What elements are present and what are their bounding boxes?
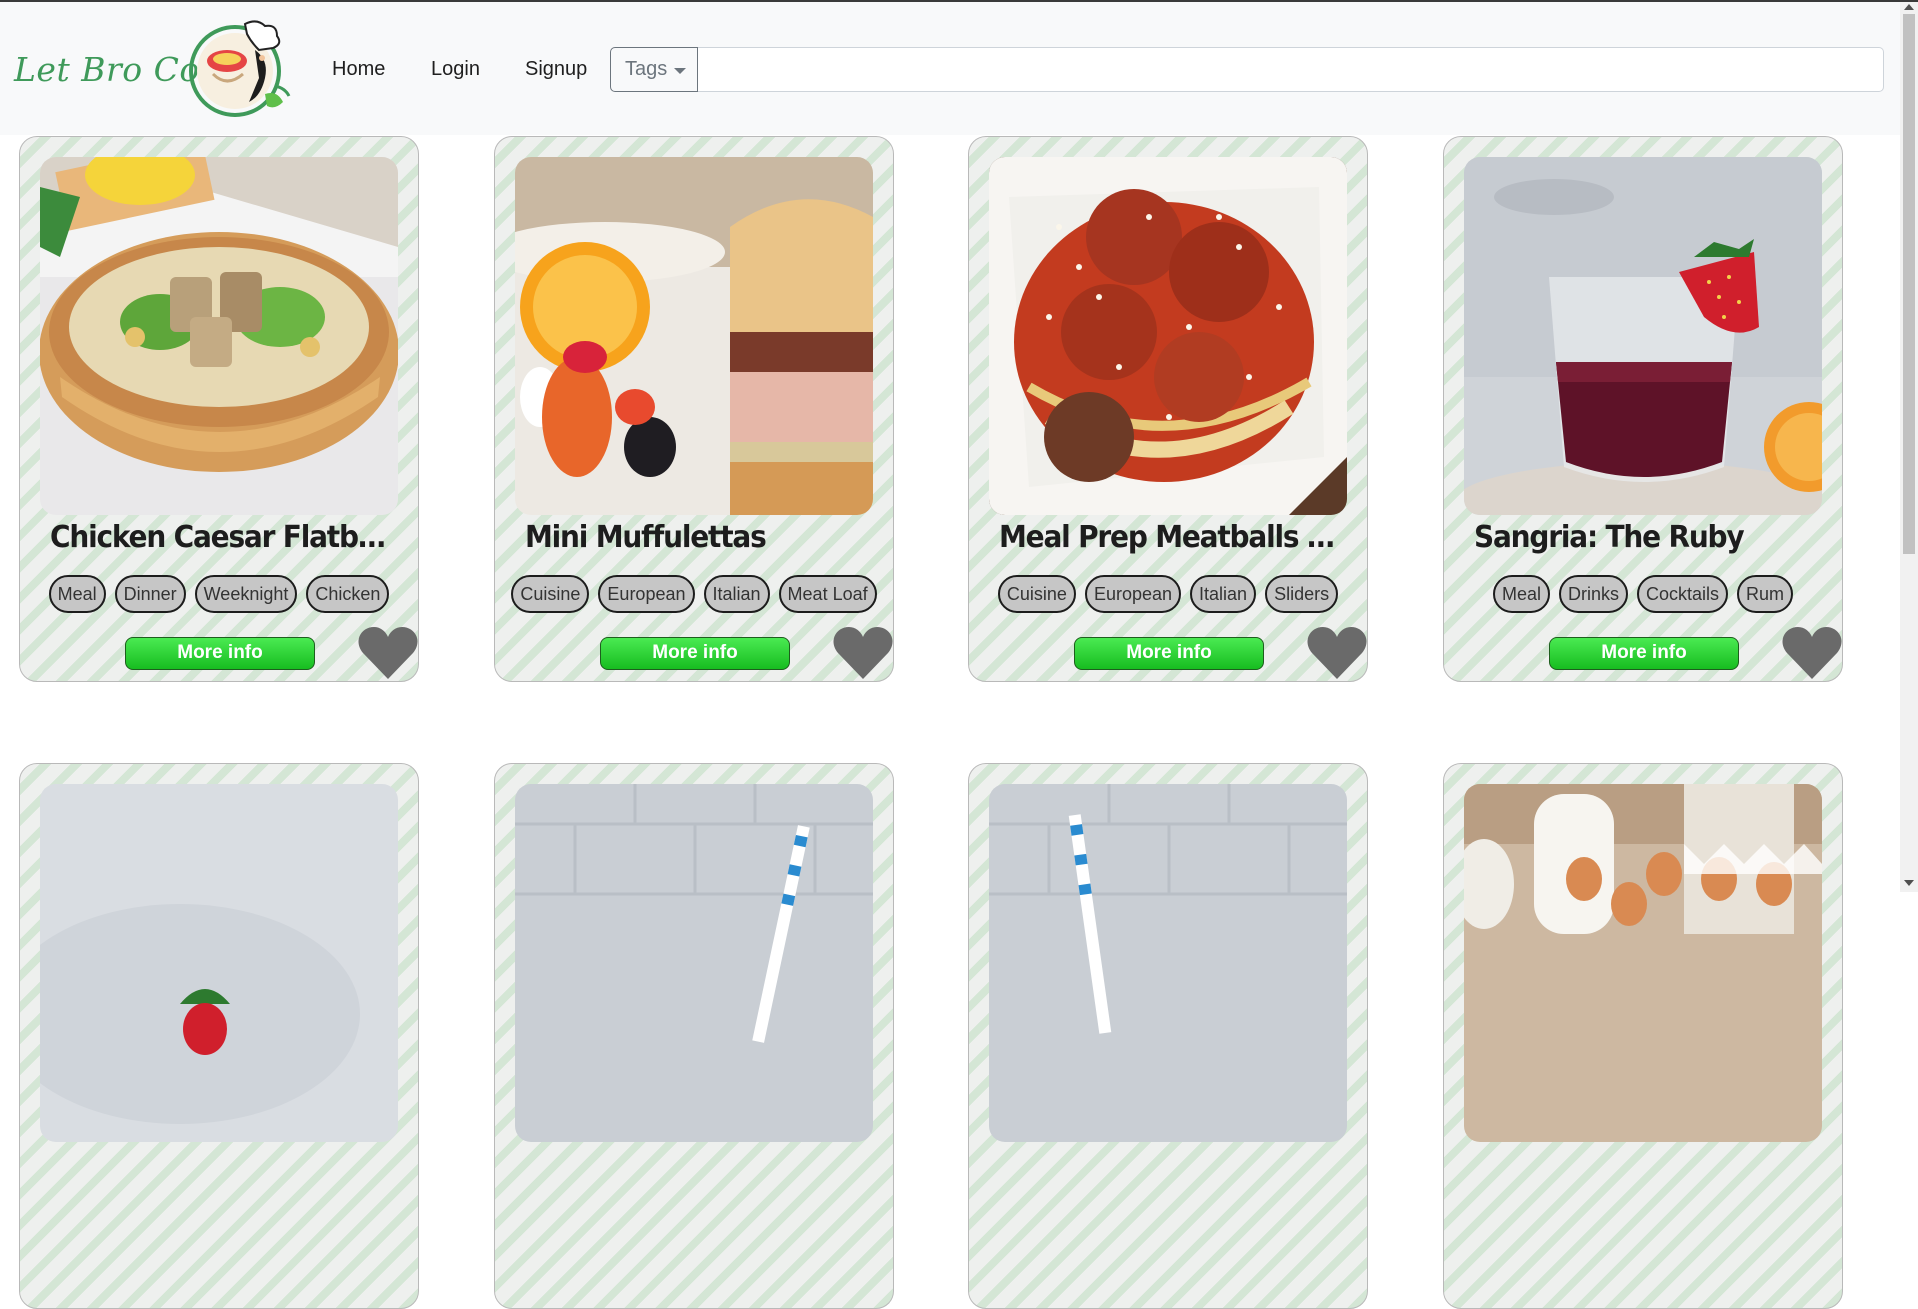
scroll-up-arrow-icon[interactable] <box>1904 4 1914 10</box>
recipe-card: Chicken Caesar Flatbrea… Meal Dinner Wee… <box>19 136 419 682</box>
tag-pill[interactable]: European <box>1084 575 1182 613</box>
recipe-image-muffuletta[interactable] <box>515 157 873 515</box>
recipe-title: Mini Muffulettas <box>525 519 767 555</box>
tags-button-label: Tags <box>625 58 668 80</box>
chef-logo-icon <box>189 20 291 117</box>
brand-logo-link[interactable]: Let Bro Cook <box>12 16 292 121</box>
tag-list: Cuisine European Italian Meat Loaf <box>495 575 893 619</box>
tag-pill[interactable]: Italian <box>1190 575 1257 613</box>
tag-pill[interactable]: Weeknight <box>194 575 298 613</box>
recipe-card <box>494 763 894 1309</box>
heart-icon[interactable] <box>832 625 894 681</box>
scrollbar-thumb[interactable] <box>1903 14 1915 554</box>
more-info-button[interactable]: More info <box>1549 637 1739 670</box>
navbar: Let Bro Cook Home Login Signup Tags <box>0 2 1900 135</box>
nav-home-link[interactable]: Home <box>332 58 385 81</box>
tag-pill[interactable]: Italian <box>703 575 770 613</box>
tag-pill[interactable]: Cocktails <box>1636 575 1729 613</box>
recipe-card: Meal Prep Meatballs And … Cuisine Europe… <box>968 136 1368 682</box>
recipe-card <box>1443 763 1843 1309</box>
more-info-button[interactable]: More info <box>1074 637 1264 670</box>
tag-list: Meal Dinner Weeknight Chicken <box>20 575 418 619</box>
heart-icon[interactable] <box>1306 625 1368 681</box>
recipe-image-meatballs[interactable] <box>989 157 1347 515</box>
tag-pill[interactable]: Chicken <box>306 575 390 613</box>
tag-pill[interactable]: Cuisine <box>997 575 1076 613</box>
tags-dropdown-button[interactable]: Tags <box>610 47 698 92</box>
tag-pill[interactable]: Cuisine <box>511 575 590 613</box>
tag-pill[interactable]: Meal <box>48 575 106 613</box>
nav-signup-link[interactable]: Signup <box>525 58 587 81</box>
tag-pill[interactable]: Sliders <box>1265 575 1339 613</box>
recipe-image-milk-eggs[interactable] <box>1464 784 1822 1142</box>
tag-pill[interactable]: Meal <box>1492 575 1550 613</box>
tag-pill[interactable]: Rum <box>1737 575 1794 613</box>
more-info-button[interactable]: More info <box>600 637 790 670</box>
tag-pill[interactable]: European <box>598 575 695 613</box>
caret-down-icon <box>674 68 686 74</box>
tag-pill[interactable]: Drinks <box>1558 575 1628 613</box>
recipe-card: Sangria: The Ruby Meal Drinks Cocktails … <box>1443 136 1843 682</box>
more-info-button[interactable]: More info <box>125 637 315 670</box>
recipe-title: Sangria: The Ruby <box>1474 519 1745 555</box>
recipe-image-straw-drink[interactable] <box>515 784 873 1142</box>
recipe-card <box>968 763 1368 1309</box>
tag-list: Meal Drinks Cocktails Rum <box>1444 575 1842 619</box>
tag-list: Cuisine European Italian Sliders <box>969 575 1367 619</box>
nav-login-link[interactable]: Login <box>431 58 480 81</box>
heart-icon[interactable] <box>1781 625 1843 681</box>
search-input[interactable] <box>698 47 1884 92</box>
recipe-title: Chicken Caesar Flatbrea… <box>50 519 390 555</box>
recipe-image-strawberry-drink[interactable] <box>40 784 398 1142</box>
recipe-card <box>19 763 419 1309</box>
tag-pill[interactable]: Dinner <box>114 575 186 613</box>
recipe-image-straw-drink-2[interactable] <box>989 784 1347 1142</box>
tag-pill[interactable]: Meat Loaf <box>778 575 877 613</box>
heart-icon[interactable] <box>357 625 419 681</box>
scroll-down-arrow-icon[interactable] <box>1904 880 1914 886</box>
recipe-image-chicken-caesar[interactable] <box>40 157 398 515</box>
recipe-title: Meal Prep Meatballs And … <box>999 519 1339 555</box>
recipe-image-sangria[interactable] <box>1464 157 1822 515</box>
recipe-card: Mini Muffulettas Cuisine European Italia… <box>494 136 894 682</box>
